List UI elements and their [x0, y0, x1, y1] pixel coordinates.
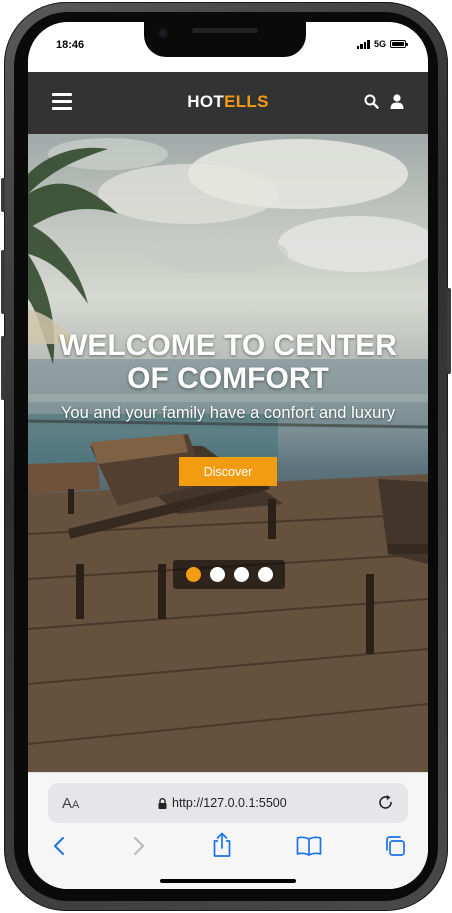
home-indicator[interactable]: [160, 879, 296, 883]
bookmarks-icon[interactable]: [296, 835, 322, 857]
url-text: http://127.0.0.1:5500: [172, 796, 287, 810]
site-navbar: HOTELLS: [28, 72, 428, 134]
volume-down-button: [1, 336, 5, 400]
browser-toolbar: AA http://127.0.0.1:5500: [28, 772, 428, 889]
back-icon[interactable]: [52, 835, 66, 857]
hero-carousel: WELCOME TO CENTER OF COMFORT You and you…: [28, 134, 428, 772]
carousel-dot-1[interactable]: [185, 567, 201, 582]
hero-subtitle: You and your family have a confort and l…: [60, 404, 396, 422]
network-type: 5G: [373, 39, 386, 49]
mute-switch: [1, 178, 5, 212]
share-icon[interactable]: [211, 832, 233, 858]
reload-icon[interactable]: [377, 794, 394, 811]
power-button: [447, 288, 451, 374]
brand-part-1: HOT: [187, 92, 225, 111]
front-camera-icon: [158, 28, 168, 38]
lock-icon: [158, 797, 167, 809]
browser-nav-toolbar: [28, 832, 428, 863]
volume-up-button: [1, 250, 5, 314]
notch: [144, 22, 306, 57]
battery-icon: [390, 40, 408, 48]
screen: 18:46 5G HOTELLS WELCOME TO CENTER OF CO…: [28, 22, 428, 889]
user-icon[interactable]: [390, 94, 404, 109]
tabs-icon[interactable]: [384, 835, 406, 857]
address-bar[interactable]: AA http://127.0.0.1:5500: [48, 783, 408, 823]
forward-icon[interactable]: [132, 835, 146, 857]
status-indicators: 5G: [356, 39, 408, 49]
carousel-dot-3[interactable]: [233, 567, 249, 582]
carousel-dot-4[interactable]: [257, 567, 273, 582]
nav-actions: [364, 94, 404, 109]
carousel-dot-2[interactable]: [209, 567, 225, 582]
speaker-grille: [192, 28, 258, 33]
signal-icon: [356, 39, 370, 49]
text-size-button[interactable]: AA: [62, 795, 79, 813]
status-time: 18:46: [56, 39, 85, 51]
carousel-indicators: [173, 560, 285, 589]
discover-button[interactable]: Discover: [179, 457, 277, 486]
search-icon[interactable]: [364, 94, 379, 109]
hero-background-image: [28, 134, 428, 772]
hero-title: WELCOME TO CENTER OF COMFORT: [59, 329, 397, 395]
brand-part-2: ELLS: [224, 92, 269, 111]
url-display[interactable]: http://127.0.0.1:5500: [158, 796, 287, 810]
